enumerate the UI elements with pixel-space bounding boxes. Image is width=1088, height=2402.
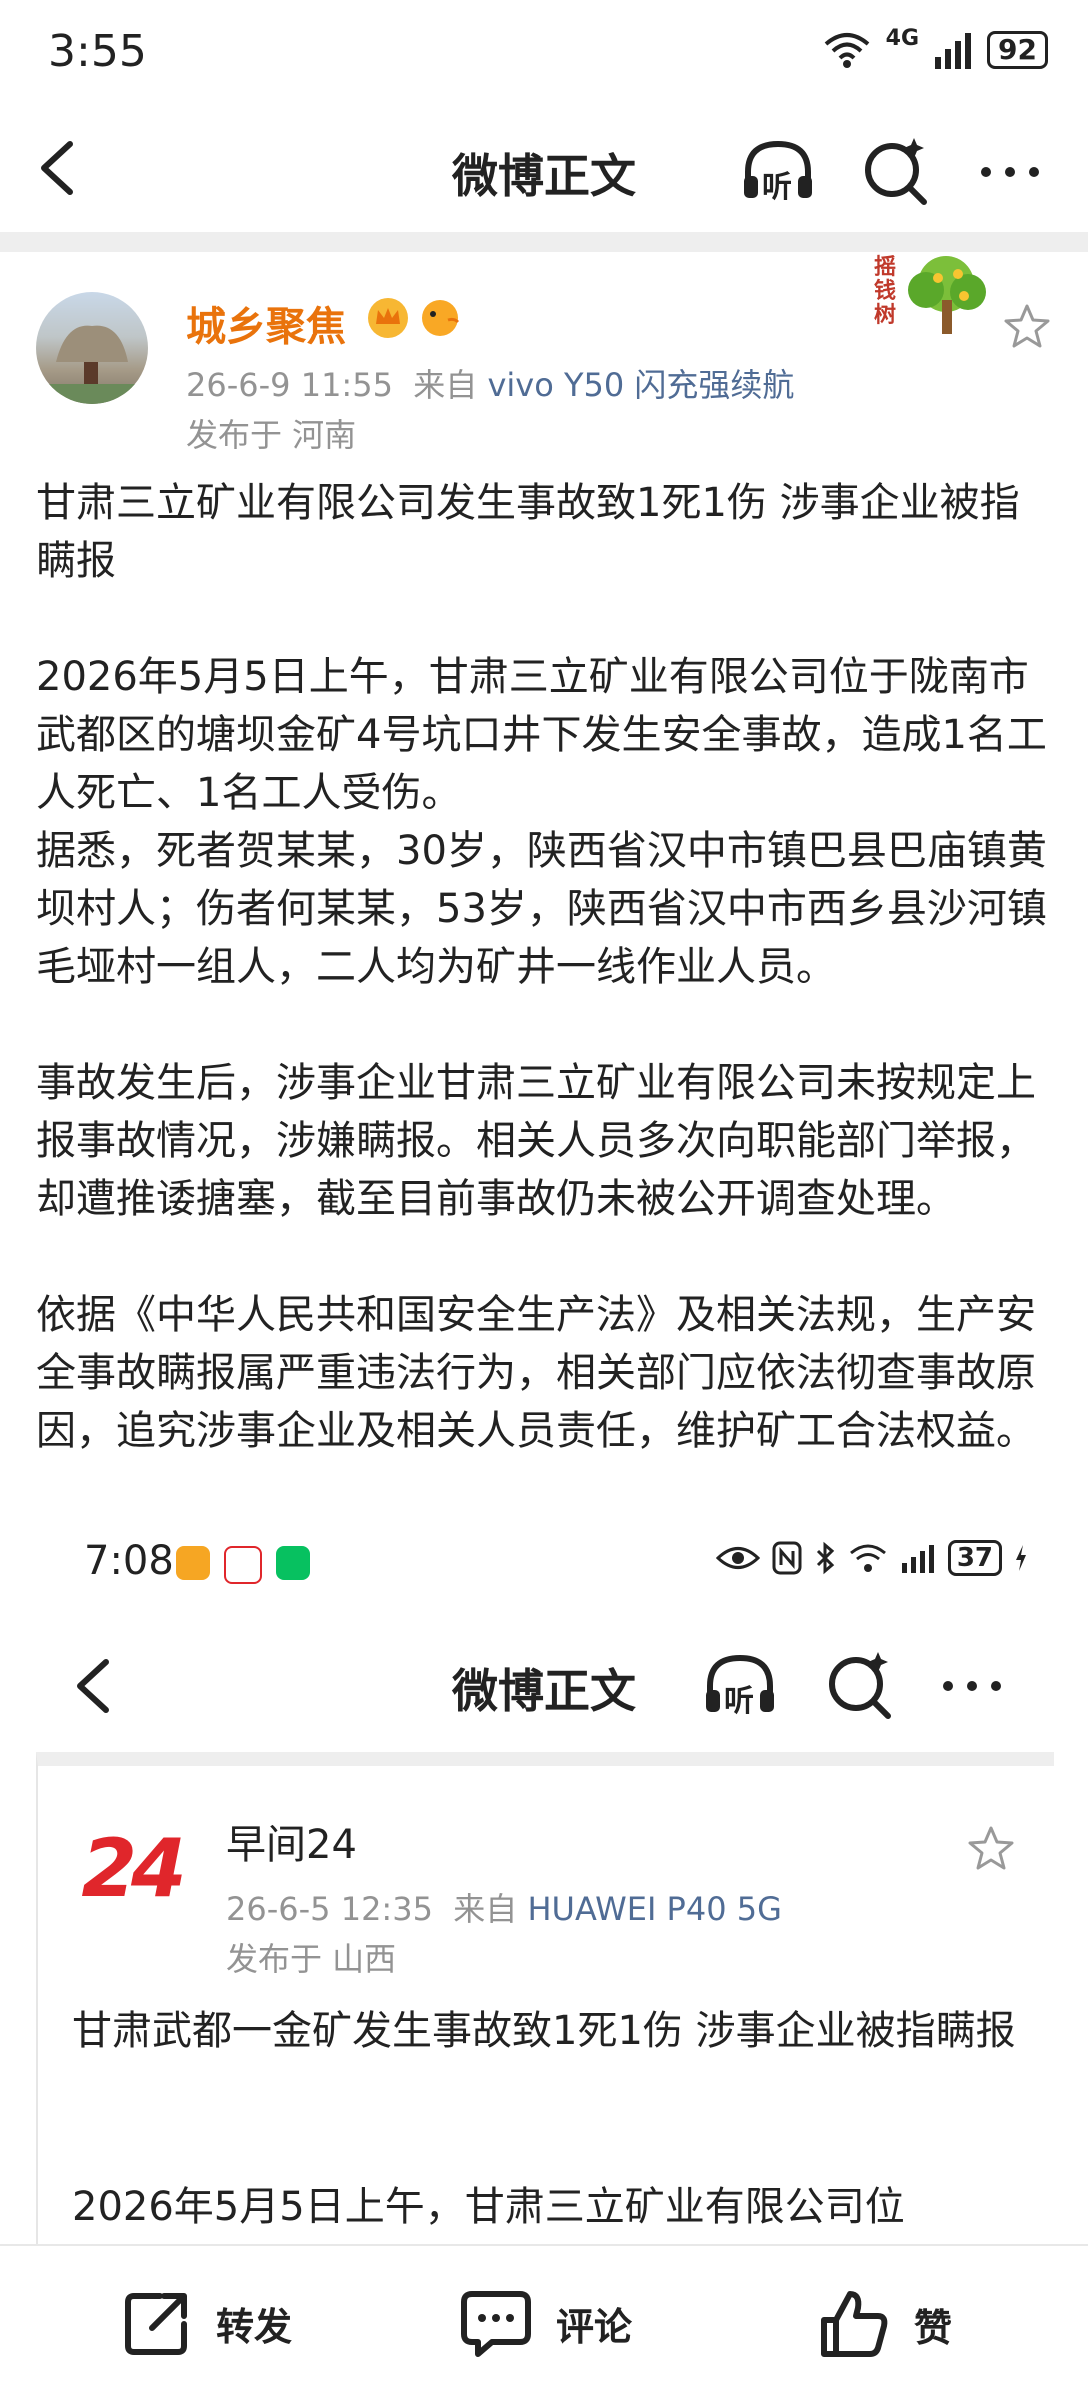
embedded-avatar-logo: 24 bbox=[81, 1822, 186, 1915]
thumbs-up-icon bbox=[821, 2291, 888, 2357]
embedded-post-device: HUAWEI P40 5G bbox=[527, 1890, 782, 1928]
wifi-icon bbox=[849, 1544, 886, 1572]
favorite-star-icon[interactable] bbox=[1002, 302, 1052, 352]
money-tree-badge[interactable]: 摇钱树 bbox=[854, 250, 1004, 340]
post-meta: 26-6-9 11:55 来自 vivo Y50 闪充强续航 bbox=[186, 360, 794, 406]
eye-icon bbox=[715, 1547, 760, 1569]
embedded-status-time: 7:08 bbox=[84, 1538, 174, 1584]
money-tree-label: 摇钱树 bbox=[874, 255, 897, 328]
embedded-page-title: 微博正文 bbox=[452, 1664, 636, 1718]
top-header: 微博正文 听 bbox=[0, 112, 1088, 230]
embedded-avatar: 24 bbox=[74, 1812, 188, 1926]
comment-label: 评论 bbox=[556, 2304, 633, 2349]
like-button[interactable]: 赞 bbox=[816, 2286, 952, 2362]
source-prefix: 来自 bbox=[413, 366, 478, 404]
more-options-icon[interactable] bbox=[970, 132, 1050, 212]
embedded-app-icons bbox=[176, 1546, 310, 1584]
embedded-time: 7:08 bbox=[84, 1538, 174, 1584]
embedded-source-prefix: 来自 bbox=[453, 1890, 518, 1928]
author-badges bbox=[366, 296, 462, 340]
embedded-more-icon bbox=[943, 1681, 1001, 1691]
pufferfish-badge-icon bbox=[422, 300, 460, 336]
embedded-post-first-line: 2026年5月5日上午，甘肃三立矿业有限公司位 bbox=[72, 2184, 905, 2230]
embedded-listen-label: 听 bbox=[724, 1684, 754, 1719]
embedded-post-location: 发布于 山西 bbox=[226, 1940, 397, 1978]
network-type: 4G bbox=[885, 25, 920, 51]
post-location: 发布于 河南 bbox=[186, 416, 357, 454]
post-date: 26-6-9 11:55 bbox=[186, 366, 393, 404]
post-paragraph: 事故发生后，涉事企业甘肃三立矿业有限公司未按规定上报事故情况，涉嫌瞒报。相关人员… bbox=[36, 1060, 1036, 1222]
avatar-image bbox=[36, 325, 148, 404]
bluetooth-icon bbox=[816, 1541, 835, 1575]
post-paragraph: 依据《中华人民共和国安全生产法》及相关法规，生产安全事故瞒报属严重违法行为，相关… bbox=[36, 1292, 1036, 1454]
repost-button[interactable]: 转发 bbox=[120, 2286, 292, 2360]
listen-label: 听 bbox=[762, 170, 792, 205]
author-name[interactable]: 城乡聚焦 bbox=[186, 294, 346, 352]
signal-icon bbox=[901, 1545, 934, 1573]
nfc-icon bbox=[772, 1541, 802, 1575]
app-notification-icon bbox=[176, 1546, 210, 1580]
avatar[interactable] bbox=[36, 292, 148, 404]
repost-label: 转发 bbox=[216, 2304, 293, 2349]
post-title: 甘肃三立矿业有限公司发生事故致1死1伤 涉事企业被指瞒报 bbox=[36, 480, 1020, 584]
repost-icon bbox=[125, 2293, 187, 2355]
charging-icon bbox=[1016, 1545, 1026, 1571]
embedded-author-name: 早间24 bbox=[226, 1822, 357, 1868]
wifi-icon bbox=[824, 33, 869, 68]
embedded-post-title: 甘肃武都一金矿发生事故致1死1伤 涉事企业被指瞒报 bbox=[72, 2008, 1016, 2054]
embedded-listen-button: 听 bbox=[700, 1646, 780, 1726]
post-device[interactable]: vivo Y50 闪充强续航 bbox=[487, 366, 794, 404]
search-icon[interactable] bbox=[856, 132, 936, 212]
embedded-search-icon bbox=[829, 1652, 891, 1719]
post-paragraph: 2026年5月5日上午，甘肃三立矿业有限公司位于陇南市武都区的塘坝金矿4号坑口井… bbox=[36, 654, 1047, 816]
post-paragraph: 据悉，死者贺某某，30岁，陕西省汉中市镇巴县巴庙镇黄坝村人；伤者何某某，53岁，… bbox=[36, 828, 1047, 990]
battery-indicator: 92 bbox=[987, 31, 1048, 69]
embedded-post-date: 26-6-5 12:35 bbox=[226, 1890, 433, 1928]
wechat-icon bbox=[276, 1546, 310, 1580]
header-divider bbox=[0, 232, 1088, 252]
embedded-battery: 37 bbox=[947, 1540, 1002, 1576]
embedded-status-icons: 37 bbox=[715, 1540, 1028, 1576]
like-label: 赞 bbox=[914, 2305, 953, 2350]
crown-badge-icon bbox=[368, 298, 408, 338]
signal-icon bbox=[935, 33, 972, 69]
status-bar: 3:55 4G 92 bbox=[0, 0, 1088, 112]
listen-button[interactable]: 听 bbox=[738, 132, 818, 212]
comment-button[interactable]: 评论 bbox=[458, 2286, 632, 2360]
embedded-star-icon bbox=[968, 1826, 1014, 1870]
sina-icon bbox=[224, 1546, 262, 1584]
status-time: 3:55 bbox=[48, 26, 147, 77]
comment-icon bbox=[461, 2291, 531, 2357]
status-icons: 4G 92 bbox=[822, 26, 1048, 70]
embedded-post-meta: 26-6-5 12:35 来自 HUAWEI P40 5G bbox=[226, 1884, 782, 1930]
